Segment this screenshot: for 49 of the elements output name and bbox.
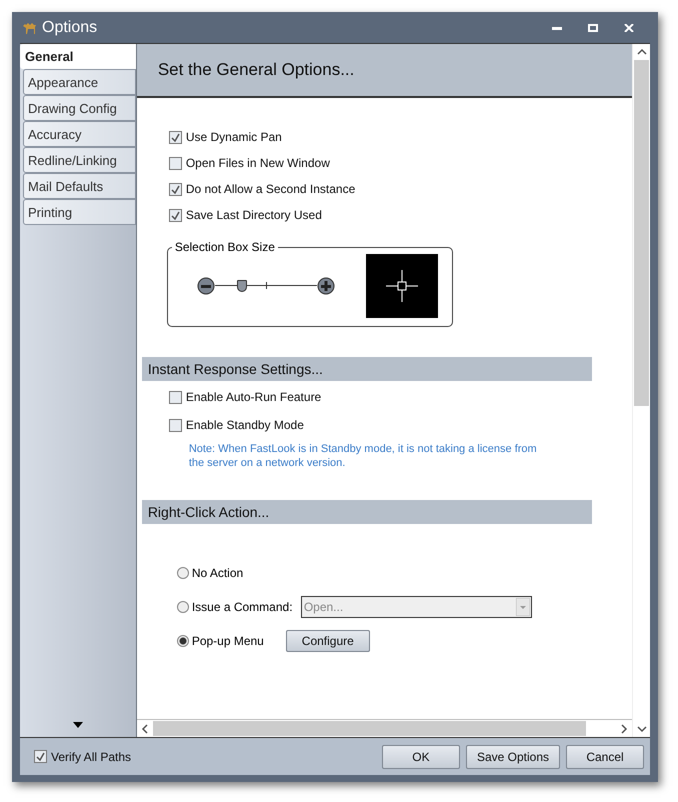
close-icon[interactable] <box>624 24 634 32</box>
section-heading: Instant Response Settings... <box>148 361 323 377</box>
minimize-icon[interactable] <box>552 26 562 30</box>
checkbox-label: Open Files in New Window <box>186 156 330 170</box>
checkbox-label: Enable Standby Mode <box>186 418 304 432</box>
radio-label: Issue a Command: <box>192 600 293 614</box>
checkbox-label: Enable Auto-Run Feature <box>186 390 322 404</box>
dialog-button[interactable]: Cancel <box>566 744 644 768</box>
checkbox[interactable] <box>168 390 182 404</box>
sidebar-tab[interactable]: Printing <box>23 199 136 225</box>
window-title: Options <box>42 18 98 36</box>
checkbox-label: Verify All Paths <box>51 750 132 764</box>
checkbox-label: Save Last Directory Used <box>186 208 322 222</box>
section-heading: Right-Click Action... <box>148 504 270 520</box>
sidebar-tab[interactable]: Accuracy <box>23 121 136 147</box>
checkbox[interactable] <box>168 182 182 196</box>
group-title: Selection Box Size <box>174 240 276 254</box>
checkbox[interactable] <box>168 418 182 432</box>
radio-label: Pop-up Menu <box>192 634 264 648</box>
horizontal-scrollbar[interactable] <box>136 719 632 737</box>
checkbox[interactable] <box>168 208 182 222</box>
sidebar-tab[interactable]: Redline/Linking <box>23 147 136 173</box>
slider-thumb[interactable] <box>237 280 248 292</box>
checkbox-label: Use Dynamic Pan <box>186 130 282 144</box>
checkbox-label: Do not Allow a Second Instance <box>186 182 356 196</box>
camel-icon <box>22 20 38 34</box>
sidebar-tab[interactable]: General <box>20 44 136 69</box>
scroll-left-icon[interactable] <box>140 724 149 734</box>
checkbox[interactable] <box>168 130 182 144</box>
sidebar-tab[interactable]: Appearance <box>23 69 136 95</box>
sidebar-tab[interactable]: Drawing Config <box>23 95 136 121</box>
configure-button[interactable]: Configure <box>286 630 370 652</box>
note-text: Note: When FastLook is in Standby mode, it is not taking a license from the server on a network version. <box>188 442 538 470</box>
checkbox[interactable] <box>34 750 47 763</box>
scroll-right-icon[interactable] <box>620 724 628 734</box>
page-heading: Set the General Options... <box>158 60 354 80</box>
checkbox[interactable] <box>168 156 182 170</box>
scroll-down-icon[interactable] <box>72 722 83 728</box>
maximize-icon[interactable] <box>588 24 598 32</box>
vertical-scrollbar[interactable] <box>632 44 650 737</box>
minus-icon[interactable] <box>196 277 215 295</box>
radio-label: No Action <box>192 566 244 580</box>
radio-button[interactable] <box>176 567 189 579</box>
dialog-button[interactable]: Save Options <box>466 744 560 768</box>
plus-icon[interactable] <box>316 277 335 295</box>
radio-button[interactable] <box>176 601 189 613</box>
sidebar-tab[interactable]: Mail Defaults <box>23 173 136 199</box>
radio-button[interactable] <box>176 635 189 647</box>
dialog-button[interactable]: OK <box>382 744 460 768</box>
